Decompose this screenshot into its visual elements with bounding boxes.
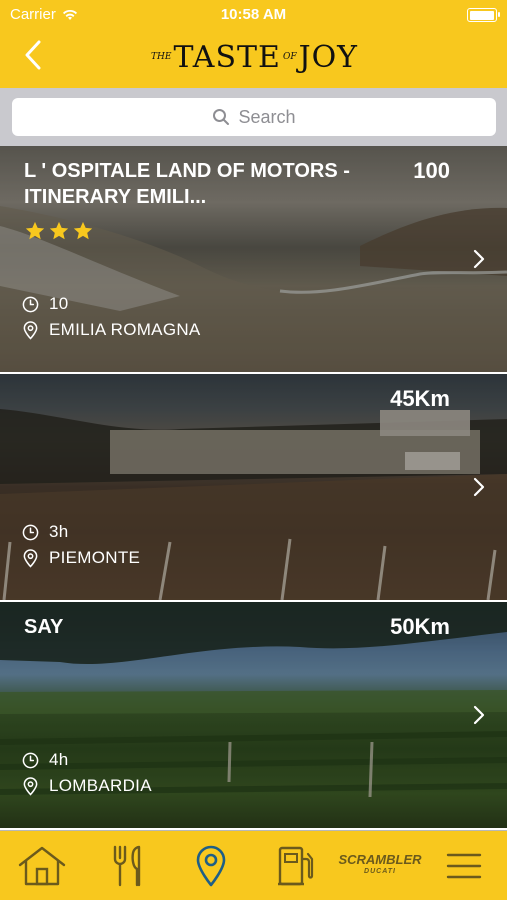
clock-icon: [22, 752, 39, 768]
search-icon: [213, 109, 230, 125]
rating-stars: [24, 220, 94, 242]
duration-value: 4h: [49, 750, 69, 769]
card-region: LOMBARDIA: [22, 776, 152, 796]
chevron-right-icon: [473, 477, 485, 497]
card-distance: 50Km: [390, 614, 450, 639]
scrambler-logo: SCRAMBLER DUCATI: [338, 852, 422, 878]
location-pin-icon: [23, 320, 38, 340]
star-icon: [49, 221, 69, 240]
itinerary-card[interactable]: SAY 50Km 4h LOMBARDIA: [0, 602, 507, 828]
card-title: L ' OSPITALE LAND OF MOTORS - ITINERARY …: [24, 160, 350, 208]
card-region: EMILIA ROMAGNA: [22, 320, 201, 340]
status-bar: Carrier 10:58 AM: [0, 0, 507, 30]
app-header: Carrier 10:58 AM THE TASTE OF JOY: [0, 0, 507, 88]
scrambler-label: SCRAMBLER: [338, 852, 422, 867]
search-bar: Search: [0, 88, 507, 146]
star-icon: [73, 221, 93, 240]
tab-fuel[interactable]: [266, 843, 326, 889]
menu-icon: [446, 853, 482, 879]
scrambler-sub-label: DUCATI: [364, 868, 396, 875]
tab-menu[interactable]: [434, 843, 494, 889]
itinerary-card[interactable]: 45Km 3h PIEMONTE: [0, 374, 507, 600]
logo-of: OF: [282, 52, 297, 62]
tab-bar: SCRAMBLER DUCATI: [0, 830, 507, 900]
chevron-left-icon: [25, 40, 41, 70]
search-input[interactable]: Search: [12, 98, 496, 136]
logo-taste: TASTE: [173, 39, 281, 75]
star-icon: [25, 221, 45, 240]
region-value: PIEMONTE: [49, 548, 141, 567]
chevron-right-icon: [473, 249, 485, 269]
status-time: 10:58 AM: [220, 6, 287, 23]
logo-the: THE: [151, 52, 172, 62]
logo-joy: JOY: [298, 39, 358, 75]
card-duration: 3h: [22, 522, 69, 542]
fork-knife-icon: [113, 845, 141, 887]
map-pin-icon: [196, 845, 226, 887]
tab-scrambler[interactable]: SCRAMBLER DUCATI: [338, 843, 421, 889]
region-value: LOMBARDIA: [49, 776, 152, 795]
home-icon: [18, 846, 66, 886]
card-region: PIEMONTE: [22, 548, 140, 568]
card-title: SAY: [24, 616, 64, 638]
battery-icon: [467, 8, 500, 22]
clock-icon: [22, 296, 39, 312]
card-distance: 45Km: [390, 386, 450, 411]
card-duration: 4h: [22, 750, 69, 770]
card-duration: 10: [22, 294, 69, 314]
tab-restaurants[interactable]: [97, 843, 157, 889]
itinerary-card[interactable]: L ' OSPITALE LAND OF MOTORS - ITINERARY …: [0, 146, 507, 372]
region-value: EMILIA ROMAGNA: [49, 320, 201, 339]
duration-value: 10: [49, 294, 69, 313]
search-placeholder: Search: [238, 106, 296, 127]
back-button[interactable]: [16, 38, 50, 72]
clock-icon: [22, 524, 39, 540]
location-pin-icon: [23, 548, 38, 568]
chevron-right-icon: [473, 705, 485, 725]
card-distance: 100: [413, 158, 450, 183]
tab-map[interactable]: [181, 843, 241, 889]
fuel-pump-icon: [278, 846, 314, 886]
location-pin-icon: [23, 776, 38, 796]
app-logo: THE TASTE OF JOY: [150, 34, 357, 80]
duration-value: 3h: [49, 522, 69, 541]
tab-home[interactable]: [12, 843, 72, 889]
